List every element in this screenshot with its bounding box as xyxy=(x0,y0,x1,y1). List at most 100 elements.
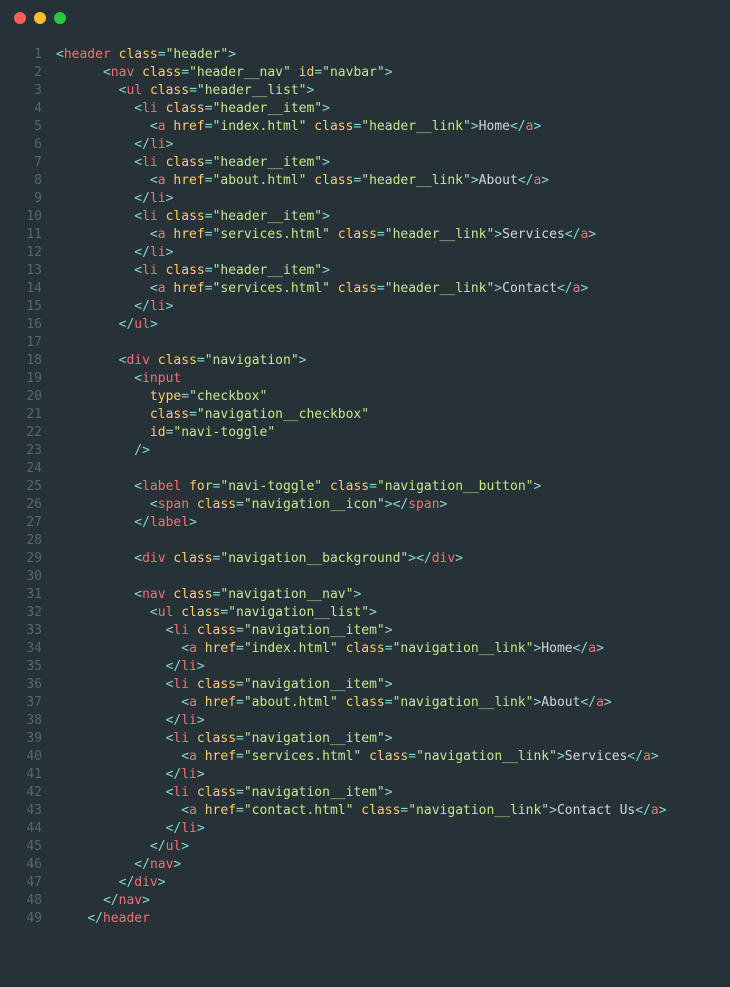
line-number: 6 xyxy=(0,136,42,154)
code-line: <div class="navigation__background"></di… xyxy=(56,550,730,568)
minimize-icon[interactable] xyxy=(34,12,46,24)
code-line: <nav class="header__nav" id="navbar"> xyxy=(56,64,730,82)
line-number: 20 xyxy=(0,388,42,406)
code-line xyxy=(56,460,730,478)
code-line: </div> xyxy=(56,874,730,892)
line-number: 5 xyxy=(0,118,42,136)
code-line: class="navigation__checkbox" xyxy=(56,406,730,424)
line-number: 16 xyxy=(0,316,42,334)
code-editor[interactable]: 1234567891011121314151617181920212223242… xyxy=(0,36,730,948)
line-number: 1 xyxy=(0,46,42,64)
code-line: <li class="navigation__item"> xyxy=(56,784,730,802)
code-line: <input xyxy=(56,370,730,388)
code-line: </li> xyxy=(56,766,730,784)
line-number: 4 xyxy=(0,100,42,118)
line-number: 49 xyxy=(0,910,42,928)
code-line xyxy=(56,532,730,550)
code-line: <li class="header__item"> xyxy=(56,262,730,280)
code-line xyxy=(56,568,730,586)
line-number: 41 xyxy=(0,766,42,784)
code-line xyxy=(56,334,730,352)
line-number: 26 xyxy=(0,496,42,514)
code-line: <a href="index.html" class="navigation__… xyxy=(56,640,730,658)
line-number: 24 xyxy=(0,460,42,478)
line-number: 48 xyxy=(0,892,42,910)
code-line: <span class="navigation__icon"></span> xyxy=(56,496,730,514)
code-line: </li> xyxy=(56,712,730,730)
code-line: </header xyxy=(56,910,730,928)
line-number: 38 xyxy=(0,712,42,730)
code-line: /> xyxy=(56,442,730,460)
code-line: <div class="navigation"> xyxy=(56,352,730,370)
code-line: id="navi-toggle" xyxy=(56,424,730,442)
maximize-icon[interactable] xyxy=(54,12,66,24)
line-number: 32 xyxy=(0,604,42,622)
code-line: <a href="services.html" class="navigatio… xyxy=(56,748,730,766)
line-number: 34 xyxy=(0,640,42,658)
line-number: 14 xyxy=(0,280,42,298)
line-number: 28 xyxy=(0,532,42,550)
code-line: </ul> xyxy=(56,316,730,334)
code-line: <label for="navi-toggle" class="navigati… xyxy=(56,478,730,496)
line-number: 44 xyxy=(0,820,42,838)
close-icon[interactable] xyxy=(14,12,26,24)
code-line: <a href="services.html" class="header__l… xyxy=(56,226,730,244)
line-number: 8 xyxy=(0,172,42,190)
code-line: </ul> xyxy=(56,838,730,856)
code-line: <a href="services.html" class="header__l… xyxy=(56,280,730,298)
line-number: 17 xyxy=(0,334,42,352)
line-number: 15 xyxy=(0,298,42,316)
code-line: <li class="navigation__item"> xyxy=(56,730,730,748)
code-line: <header class="header"> xyxy=(56,46,730,64)
line-number: 27 xyxy=(0,514,42,532)
window-titlebar xyxy=(0,0,730,36)
code-line: <li class="header__item"> xyxy=(56,208,730,226)
line-number: 12 xyxy=(0,244,42,262)
code-line: </li> xyxy=(56,190,730,208)
line-number: 36 xyxy=(0,676,42,694)
line-number: 25 xyxy=(0,478,42,496)
line-number: 23 xyxy=(0,442,42,460)
line-number: 29 xyxy=(0,550,42,568)
line-number: 21 xyxy=(0,406,42,424)
code-line: </li> xyxy=(56,820,730,838)
line-number: 9 xyxy=(0,190,42,208)
line-number: 46 xyxy=(0,856,42,874)
line-number: 45 xyxy=(0,838,42,856)
code-line: <a href="about.html" class="header__link… xyxy=(56,172,730,190)
line-number: 30 xyxy=(0,568,42,586)
line-number: 31 xyxy=(0,586,42,604)
line-number: 22 xyxy=(0,424,42,442)
line-number: 47 xyxy=(0,874,42,892)
code-line: <a href="about.html" class="navigation__… xyxy=(56,694,730,712)
code-line: </li> xyxy=(56,136,730,154)
code-line: </label> xyxy=(56,514,730,532)
code-line: type="checkbox" xyxy=(56,388,730,406)
code-line: <li class="navigation__item"> xyxy=(56,676,730,694)
line-number: 10 xyxy=(0,208,42,226)
code-line: <ul class="header__list"> xyxy=(56,82,730,100)
line-number-gutter: 1234567891011121314151617181920212223242… xyxy=(0,46,56,928)
line-number: 37 xyxy=(0,694,42,712)
code-line: <nav class="navigation__nav"> xyxy=(56,586,730,604)
line-number: 39 xyxy=(0,730,42,748)
code-line: <a href="index.html" class="header__link… xyxy=(56,118,730,136)
line-number: 18 xyxy=(0,352,42,370)
code-line: </li> xyxy=(56,658,730,676)
code-content[interactable]: <header class="header"> <nav class="head… xyxy=(56,46,730,928)
code-line: <li class="header__item"> xyxy=(56,100,730,118)
code-line: <ul class="navigation__list"> xyxy=(56,604,730,622)
line-number: 35 xyxy=(0,658,42,676)
code-line: </li> xyxy=(56,298,730,316)
code-line: <a href="contact.html" class="navigation… xyxy=(56,802,730,820)
code-line: </nav> xyxy=(56,892,730,910)
line-number: 40 xyxy=(0,748,42,766)
line-number: 7 xyxy=(0,154,42,172)
code-line: <li class="header__item"> xyxy=(56,154,730,172)
code-line: </nav> xyxy=(56,856,730,874)
line-number: 43 xyxy=(0,802,42,820)
line-number: 33 xyxy=(0,622,42,640)
line-number: 3 xyxy=(0,82,42,100)
line-number: 19 xyxy=(0,370,42,388)
line-number: 2 xyxy=(0,64,42,82)
